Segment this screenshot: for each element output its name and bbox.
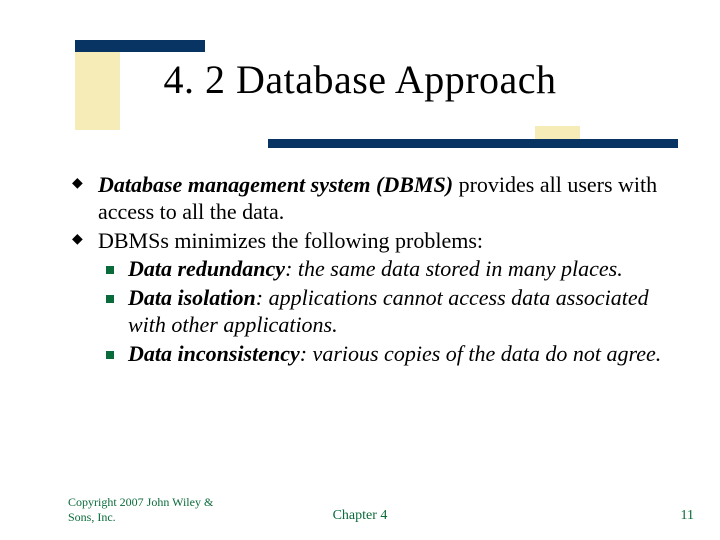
sub-term: Data isolation [128, 285, 256, 310]
sub-bullet-item: Data redundancy: the same data stored in… [98, 256, 680, 283]
sub-bullet-item: Data inconsistency: various copies of th… [98, 341, 680, 368]
sub-desc: : various copies of the data do not agre… [300, 341, 662, 366]
title-area: 4. 2 Database Approach [0, 0, 720, 103]
bullet-text: DBMSs minimizes the following problems: [98, 228, 483, 253]
footer-chapter: Chapter 4 [333, 508, 388, 524]
sub-term: Data redundancy [128, 256, 285, 281]
sub-desc: : the same data stored in many places. [285, 256, 623, 281]
bullet-lead-term: Database management system (DBMS) [98, 172, 453, 197]
slide-body: Database management system (DBMS) provid… [70, 172, 680, 370]
footer-copyright: Copyright 2007 John Wiley & Sons, Inc. [68, 495, 228, 524]
bullet-item: Database management system (DBMS) provid… [70, 172, 680, 226]
bullet-list: Database management system (DBMS) provid… [70, 172, 680, 368]
slide: 4. 2 Database Approach Database manageme… [0, 0, 720, 540]
footer-page-number: 11 [681, 508, 694, 524]
slide-title: 4. 2 Database Approach [30, 56, 690, 103]
sub-bullet-list: Data redundancy: the same data stored in… [98, 256, 680, 367]
sub-term: Data inconsistency [128, 341, 300, 366]
sub-bullet-item: Data isolation: applications cannot acce… [98, 285, 680, 339]
title-accent-bar-top [75, 40, 205, 52]
bullet-item: DBMSs minimizes the following problems: … [70, 228, 680, 368]
title-accent-bar-bottom [268, 139, 678, 148]
footer: Copyright 2007 John Wiley & Sons, Inc. C… [0, 490, 720, 524]
